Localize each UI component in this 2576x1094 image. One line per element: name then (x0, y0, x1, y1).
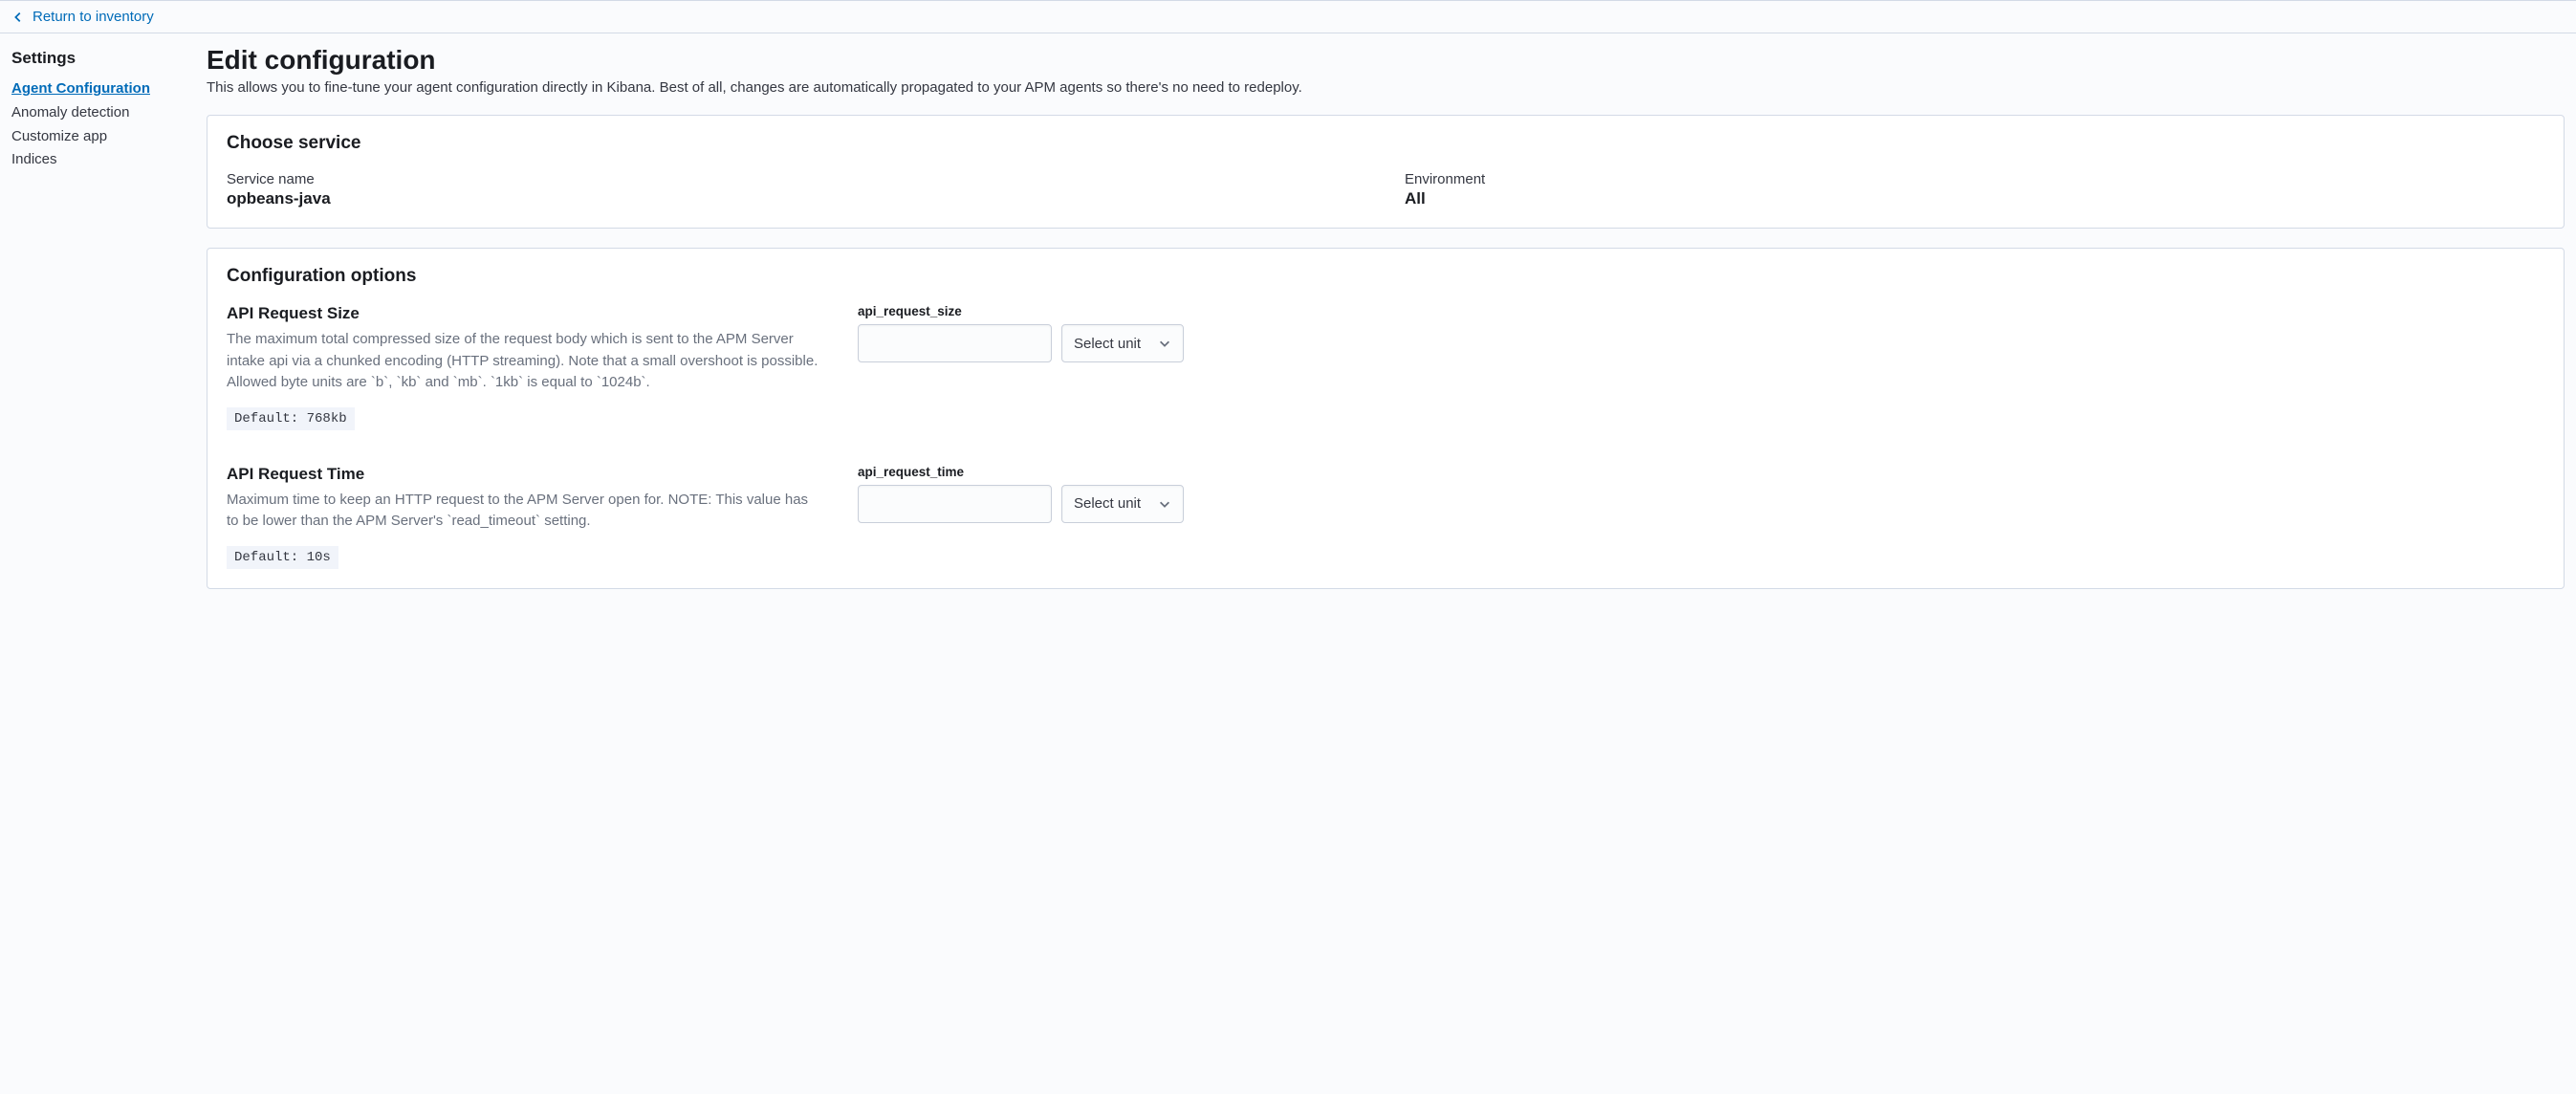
configuration-options-panel: Configuration options API Request Size T… (207, 248, 2565, 589)
chevron-left-icon (11, 11, 25, 24)
select-label: Select unit (1074, 336, 1141, 352)
page-title: Edit configuration (207, 45, 2565, 76)
environment-label: Environment (1405, 171, 2544, 187)
chevron-down-icon (1158, 337, 1171, 350)
service-name-block: Service name opbeans-java (227, 171, 1366, 208)
option-api-key: api_request_size (858, 304, 1184, 318)
configuration-options-title: Configuration options (227, 266, 2544, 287)
option-default: Default: 768kb (227, 407, 355, 430)
api-request-size-input[interactable] (858, 324, 1052, 362)
option-title: API Request Time (227, 465, 819, 484)
sidebar-item-anomaly-detection[interactable]: Anomaly detection (11, 101, 184, 125)
environment-block: Environment All (1405, 171, 2544, 208)
service-name-value: opbeans-java (227, 189, 1366, 208)
option-description: The maximum total compressed size of the… (227, 329, 819, 394)
option-description: Maximum time to keep an HTTP request to … (227, 490, 819, 533)
api-request-size-unit-select[interactable]: Select unit (1061, 324, 1184, 362)
sidebar-item-customize-app[interactable]: Customize app (11, 125, 184, 149)
choose-service-panel: Choose service Service name opbeans-java… (207, 115, 2565, 229)
return-label: Return to inventory (33, 9, 154, 25)
return-link[interactable]: Return to inventory (0, 1, 165, 33)
option-api-key: api_request_time (858, 465, 1184, 479)
chevron-down-icon (1158, 497, 1171, 511)
option-default: Default: 10s (227, 546, 338, 569)
option-api-request-size: API Request Size The maximum total compr… (227, 304, 2544, 430)
api-request-time-input[interactable] (858, 485, 1052, 523)
service-name-label: Service name (227, 171, 1366, 187)
option-api-request-time: API Request Time Maximum time to keep an… (227, 465, 2544, 569)
sidebar-item-indices[interactable]: Indices (11, 148, 184, 172)
api-request-time-unit-select[interactable]: Select unit (1061, 485, 1184, 523)
sidebar: Settings Agent Configuration Anomaly det… (11, 45, 184, 608)
choose-service-title: Choose service (227, 133, 2544, 154)
select-label: Select unit (1074, 495, 1141, 512)
sidebar-title: Settings (11, 49, 184, 68)
option-title: API Request Size (227, 304, 819, 323)
environment-value: All (1405, 189, 2544, 208)
top-bar: Return to inventory (0, 0, 2576, 33)
sidebar-item-agent-configuration[interactable]: Agent Configuration (11, 77, 184, 101)
main-content: Edit configuration This allows you to fi… (207, 45, 2565, 608)
page-description: This allows you to fine-tune your agent … (207, 79, 2565, 96)
